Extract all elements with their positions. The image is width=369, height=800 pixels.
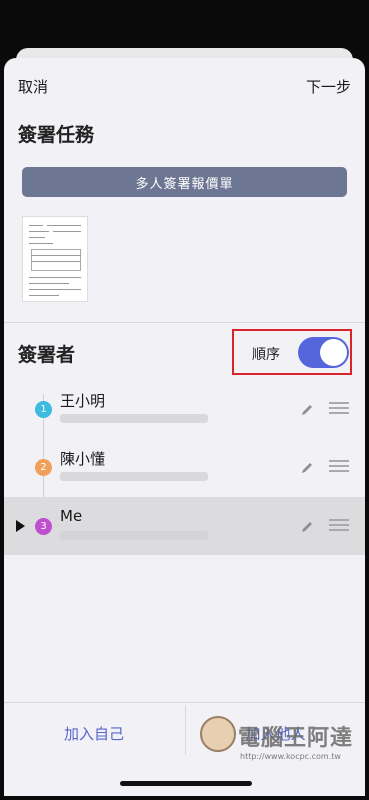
screen: 取消 下一步 簽署任務 多人簽署報價單 簽署者 順序 1 王小明 2 陳小懂 3… [0,0,369,800]
watermark-title: 電腦王阿達 [238,726,354,751]
home-indicator[interactable] [120,781,252,786]
toggle-knob [320,339,347,366]
signer-name: 王小明 [60,392,106,410]
current-signer-arrow-icon [16,520,25,532]
navigation-bar: 取消 下一步 [4,76,365,100]
add-self-button[interactable]: 加入自己 [4,703,184,763]
drag-handle-icon[interactable] [329,402,349,415]
signer-list: 1 王小明 2 陳小懂 3 Me [4,380,365,556]
signer-name: 陳小懂 [60,450,106,468]
drag-handle-icon[interactable] [329,460,349,473]
watermark-url: http://www.kocpc.com.tw [240,752,341,761]
drag-handle-icon[interactable] [329,519,349,532]
order-badge: 2 [35,459,52,476]
signing-sheet: 取消 下一步 簽署任務 多人簽署報價單 簽署者 順序 1 王小明 2 陳小懂 3… [4,58,365,796]
order-badge: 1 [35,401,52,418]
cancel-button[interactable]: 取消 [18,76,48,97]
edit-pencil-icon[interactable] [300,461,314,475]
document-thumbnail[interactable] [22,216,88,302]
edit-pencil-icon[interactable] [300,520,314,534]
order-badge: 3 [35,518,52,535]
signer-row-active[interactable]: 3 Me [4,497,365,555]
next-step-button[interactable]: 下一步 [306,76,351,97]
signer-row[interactable]: 2 陳小懂 [4,438,365,496]
signer-email-blurred [60,531,208,540]
signer-email-blurred [60,414,208,423]
task-section-title: 簽署任務 [18,124,95,146]
order-toggle-highlight: 順序 [232,329,352,375]
edit-pencil-icon[interactable] [300,403,314,417]
watermark-logo: 電腦王阿達 http://www.kocpc.com.tw [200,712,365,772]
order-toggle-switch[interactable] [298,337,349,368]
signer-email-blurred [60,472,208,481]
mascot-face-icon [200,716,236,752]
order-label: 順序 [252,347,280,363]
signers-section-title: 簽署者 [18,344,76,366]
signer-row[interactable]: 1 王小明 [4,380,365,438]
section-divider [4,322,365,323]
signer-name: Me [60,507,83,525]
document-name-button[interactable]: 多人簽署報價單 [22,167,347,197]
